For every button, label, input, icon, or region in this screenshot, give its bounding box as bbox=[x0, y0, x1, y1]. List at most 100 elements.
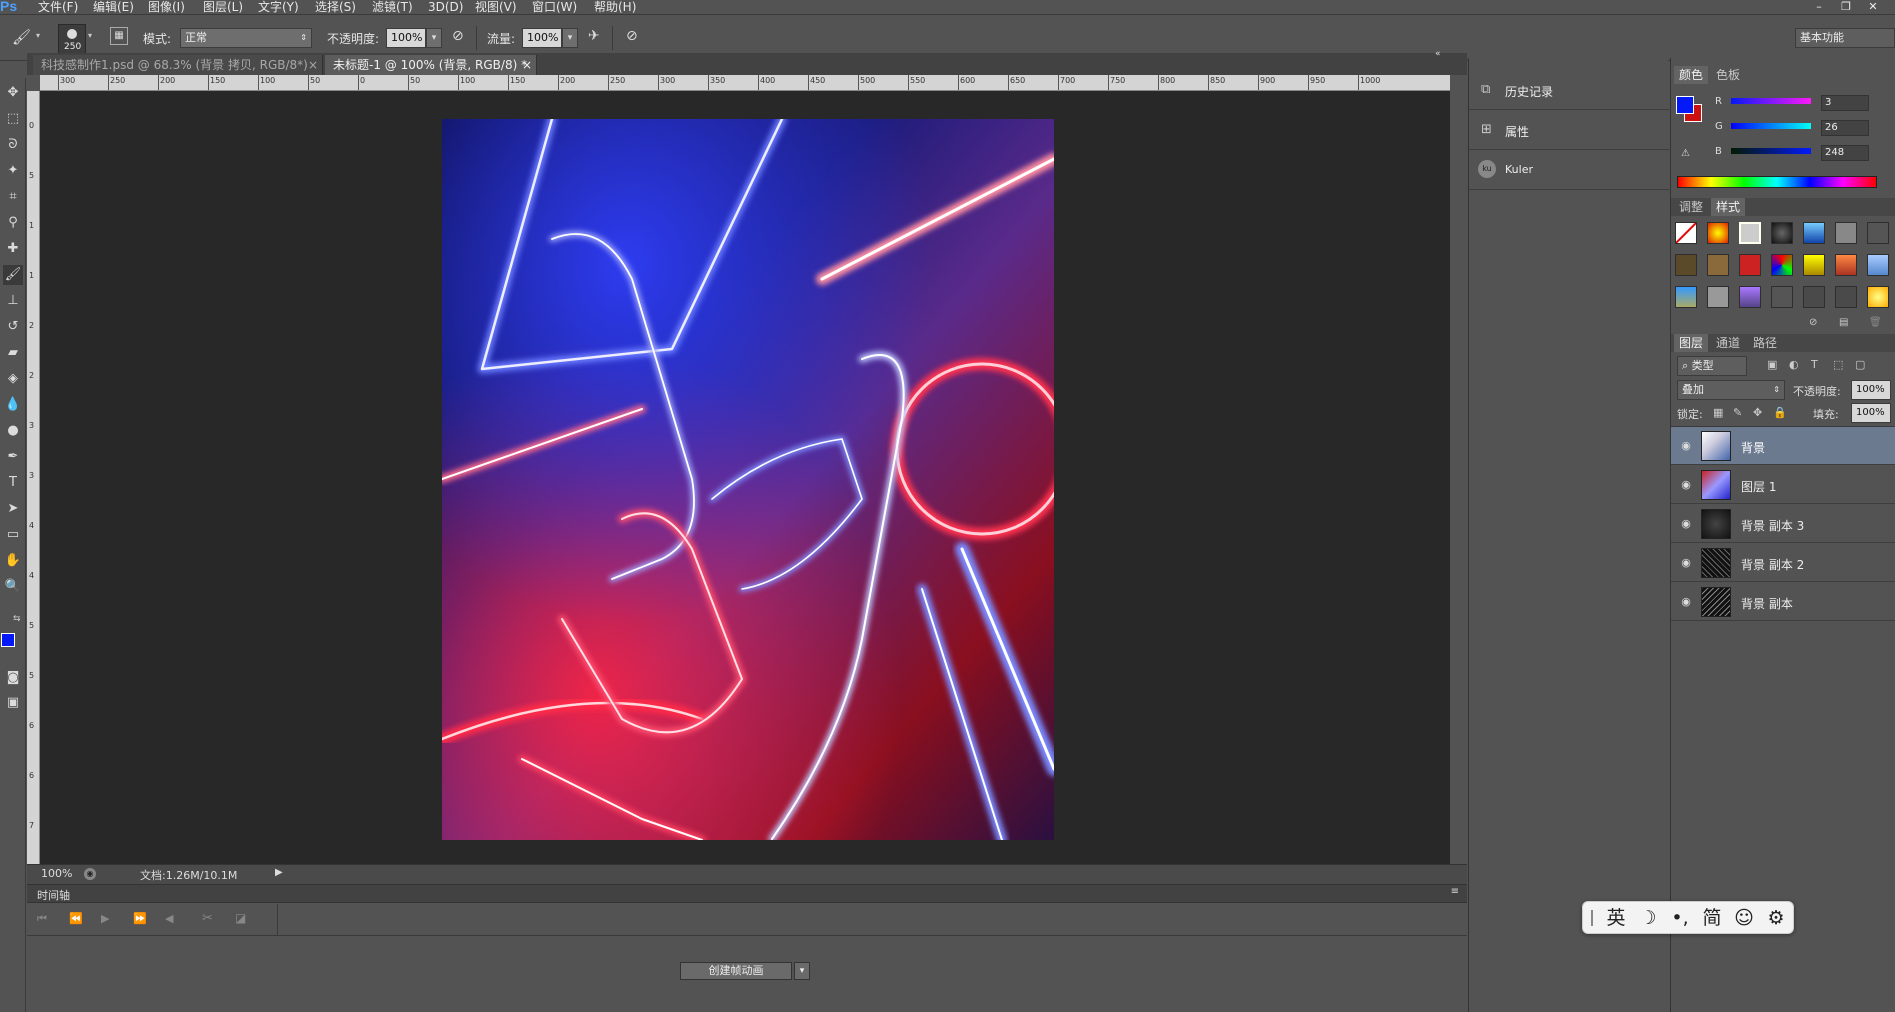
style-swatch[interactable] bbox=[1771, 254, 1793, 276]
fill-input[interactable]: 100% bbox=[1851, 403, 1891, 423]
style-swatch[interactable] bbox=[1675, 254, 1697, 276]
kuler-panel-button[interactable]: ku Kuler bbox=[1469, 150, 1669, 190]
foreground-color-swatch[interactable] bbox=[1, 633, 15, 647]
move-tool-icon[interactable]: ✥ bbox=[3, 83, 23, 103]
pressure-size-icon[interactable]: ⊘ bbox=[626, 28, 638, 44]
brush-preset-picker[interactable]: 250 bbox=[58, 24, 86, 54]
zoom-tool-icon[interactable]: 🔍 bbox=[3, 577, 23, 597]
flow-input[interactable]: 100% bbox=[522, 28, 562, 48]
create-frame-animation-button[interactable]: 创建帧动画 bbox=[680, 962, 792, 980]
path-selection-tool-icon[interactable]: ➤ bbox=[3, 499, 23, 519]
restore-button[interactable]: ❐ bbox=[1835, 0, 1857, 14]
r-input[interactable]: 3 bbox=[1821, 95, 1869, 111]
style-swatch[interactable] bbox=[1803, 254, 1825, 276]
emoji-icon[interactable]: ☺ bbox=[1731, 906, 1757, 930]
punctuation-icon[interactable]: •, bbox=[1667, 906, 1693, 930]
ime-drag-handle[interactable] bbox=[1591, 910, 1593, 926]
close-window-button[interactable]: ✕ bbox=[1862, 0, 1884, 14]
lock-all-icon[interactable]: 🔒 bbox=[1773, 406, 1787, 419]
filter-smart-icon[interactable]: ▢ bbox=[1855, 358, 1865, 371]
brush-preset-arrow-icon[interactable]: ▾ bbox=[88, 31, 92, 40]
style-none-swatch[interactable] bbox=[1675, 222, 1697, 244]
color-spectrum[interactable] bbox=[1677, 176, 1877, 188]
menu-file[interactable]: 文件(F) bbox=[38, 0, 78, 14]
tool-preset-arrow-icon[interactable]: ▾ bbox=[36, 31, 40, 40]
b-slider[interactable] bbox=[1731, 148, 1811, 154]
style-swatch[interactable] bbox=[1739, 222, 1761, 244]
mode-select[interactable]: 正常 ⇕ bbox=[180, 28, 312, 48]
menu-image[interactable]: 图像(I) bbox=[148, 0, 185, 14]
properties-panel-button[interactable]: ⊞ 属性 bbox=[1469, 110, 1669, 150]
layer-row[interactable]: ◉ 背景 副本 2 bbox=[1671, 544, 1895, 582]
style-swatch[interactable] bbox=[1803, 286, 1825, 308]
settings-gear-icon[interactable]: ⚙ bbox=[1763, 906, 1789, 930]
first-frame-icon[interactable]: ⏮ bbox=[37, 912, 47, 926]
prev-frame-icon[interactable]: ⏪ bbox=[69, 912, 83, 925]
style-swatch[interactable] bbox=[1707, 254, 1729, 276]
marquee-tool-icon[interactable]: ⬚ bbox=[3, 109, 23, 129]
clear-style-icon[interactable]: ⊘ bbox=[1809, 317, 1817, 328]
history-brush-tool-icon[interactable]: ↺ bbox=[3, 317, 23, 337]
ime-lang-toggle[interactable]: 英 bbox=[1603, 906, 1629, 930]
play-icon[interactable]: ▶ bbox=[101, 912, 109, 925]
lasso-tool-icon[interactable]: ᘐ bbox=[3, 135, 23, 155]
gamut-warning-icon[interactable]: ⚠ bbox=[1681, 148, 1690, 159]
stamp-tool-icon[interactable]: ⊥ bbox=[3, 291, 23, 311]
style-swatch[interactable] bbox=[1867, 254, 1889, 276]
dodge-tool-icon[interactable]: ● bbox=[3, 421, 23, 441]
type-tool-icon[interactable]: T bbox=[3, 473, 23, 493]
visibility-eye-icon[interactable]: ◉ bbox=[1679, 595, 1693, 609]
transition-icon[interactable]: ◪ bbox=[235, 911, 246, 925]
layer-filter-select[interactable]: ⌕ 类型 bbox=[1677, 356, 1747, 376]
style-swatch[interactable] bbox=[1771, 222, 1793, 244]
hand-tool-icon[interactable]: ✋ bbox=[3, 551, 23, 571]
brush-tool-icon[interactable]: 🖌 bbox=[12, 28, 31, 46]
magic-wand-tool-icon[interactable]: ✦ bbox=[3, 161, 23, 181]
filter-shape-icon[interactable]: ⬚ bbox=[1833, 358, 1843, 371]
style-swatch[interactable] bbox=[1835, 286, 1857, 308]
tab-document-2[interactable]: 未标题-1 @ 100% (背景, RGB/8) * × bbox=[325, 55, 537, 75]
minimize-button[interactable]: – bbox=[1808, 0, 1830, 14]
flow-slider-arrow-icon[interactable]: ▾ bbox=[562, 28, 578, 48]
menu-filter[interactable]: 滤镜(T) bbox=[372, 0, 413, 14]
rectangle-tool-icon[interactable]: ▭ bbox=[3, 525, 23, 545]
style-swatch[interactable] bbox=[1867, 286, 1889, 308]
close-icon[interactable]: × bbox=[308, 55, 318, 75]
brush-panel-icon[interactable]: ▦ bbox=[110, 27, 128, 45]
r-slider[interactable] bbox=[1731, 98, 1811, 104]
b-input[interactable]: 248 bbox=[1821, 145, 1869, 161]
history-panel-button[interactable]: ⧉ 历史记录 bbox=[1469, 70, 1669, 110]
swap-colors-icon[interactable]: ⇆ bbox=[13, 614, 21, 624]
eraser-tool-icon[interactable]: ▰ bbox=[3, 343, 23, 363]
filter-pixel-icon[interactable]: ▣ bbox=[1767, 358, 1777, 371]
style-swatch[interactable] bbox=[1739, 286, 1761, 308]
status-info-icon[interactable]: ◉ bbox=[84, 868, 96, 880]
visibility-eye-icon[interactable]: ◉ bbox=[1679, 556, 1693, 570]
layer-row[interactable]: ◉ 背景 bbox=[1671, 427, 1895, 465]
zoom-level[interactable]: 100% bbox=[41, 867, 72, 880]
menu-edit[interactable]: 编辑(E) bbox=[93, 0, 134, 14]
blur-tool-icon[interactable]: 💧 bbox=[3, 395, 23, 415]
quick-mask-icon[interactable]: ◙ bbox=[3, 668, 23, 688]
visibility-eye-icon[interactable]: ◉ bbox=[1679, 478, 1693, 492]
tab-adjustments[interactable]: 调整 bbox=[1674, 198, 1708, 216]
layer-row[interactable]: ◉ 背景 副本 3 bbox=[1671, 505, 1895, 543]
airbrush-icon[interactable]: ✈ bbox=[588, 28, 600, 44]
audio-icon[interactable]: ◀ bbox=[165, 912, 173, 925]
screen-mode-icon[interactable]: ▣ bbox=[3, 693, 23, 713]
tab-channels[interactable]: 通道 bbox=[1711, 334, 1745, 352]
g-slider[interactable] bbox=[1731, 123, 1811, 129]
ime-simplified-toggle[interactable]: 简 bbox=[1699, 906, 1725, 930]
menu-layer[interactable]: 图层(L) bbox=[203, 0, 243, 14]
blend-mode-select[interactable]: 叠加 ⇕ bbox=[1677, 380, 1785, 400]
style-swatch[interactable] bbox=[1803, 222, 1825, 244]
animation-type-dropdown-icon[interactable]: ▾ bbox=[794, 962, 810, 980]
close-icon[interactable]: × bbox=[522, 55, 532, 75]
eyedropper-tool-icon[interactable]: ⚲ bbox=[3, 213, 23, 233]
status-menu-arrow-icon[interactable]: ▶ bbox=[275, 867, 283, 878]
style-swatch[interactable] bbox=[1771, 286, 1793, 308]
visibility-eye-icon[interactable]: ◉ bbox=[1679, 439, 1693, 453]
style-swatch[interactable] bbox=[1835, 254, 1857, 276]
new-style-icon[interactable]: ▤ bbox=[1839, 317, 1848, 328]
lock-transparent-icon[interactable]: ▦ bbox=[1713, 406, 1723, 419]
